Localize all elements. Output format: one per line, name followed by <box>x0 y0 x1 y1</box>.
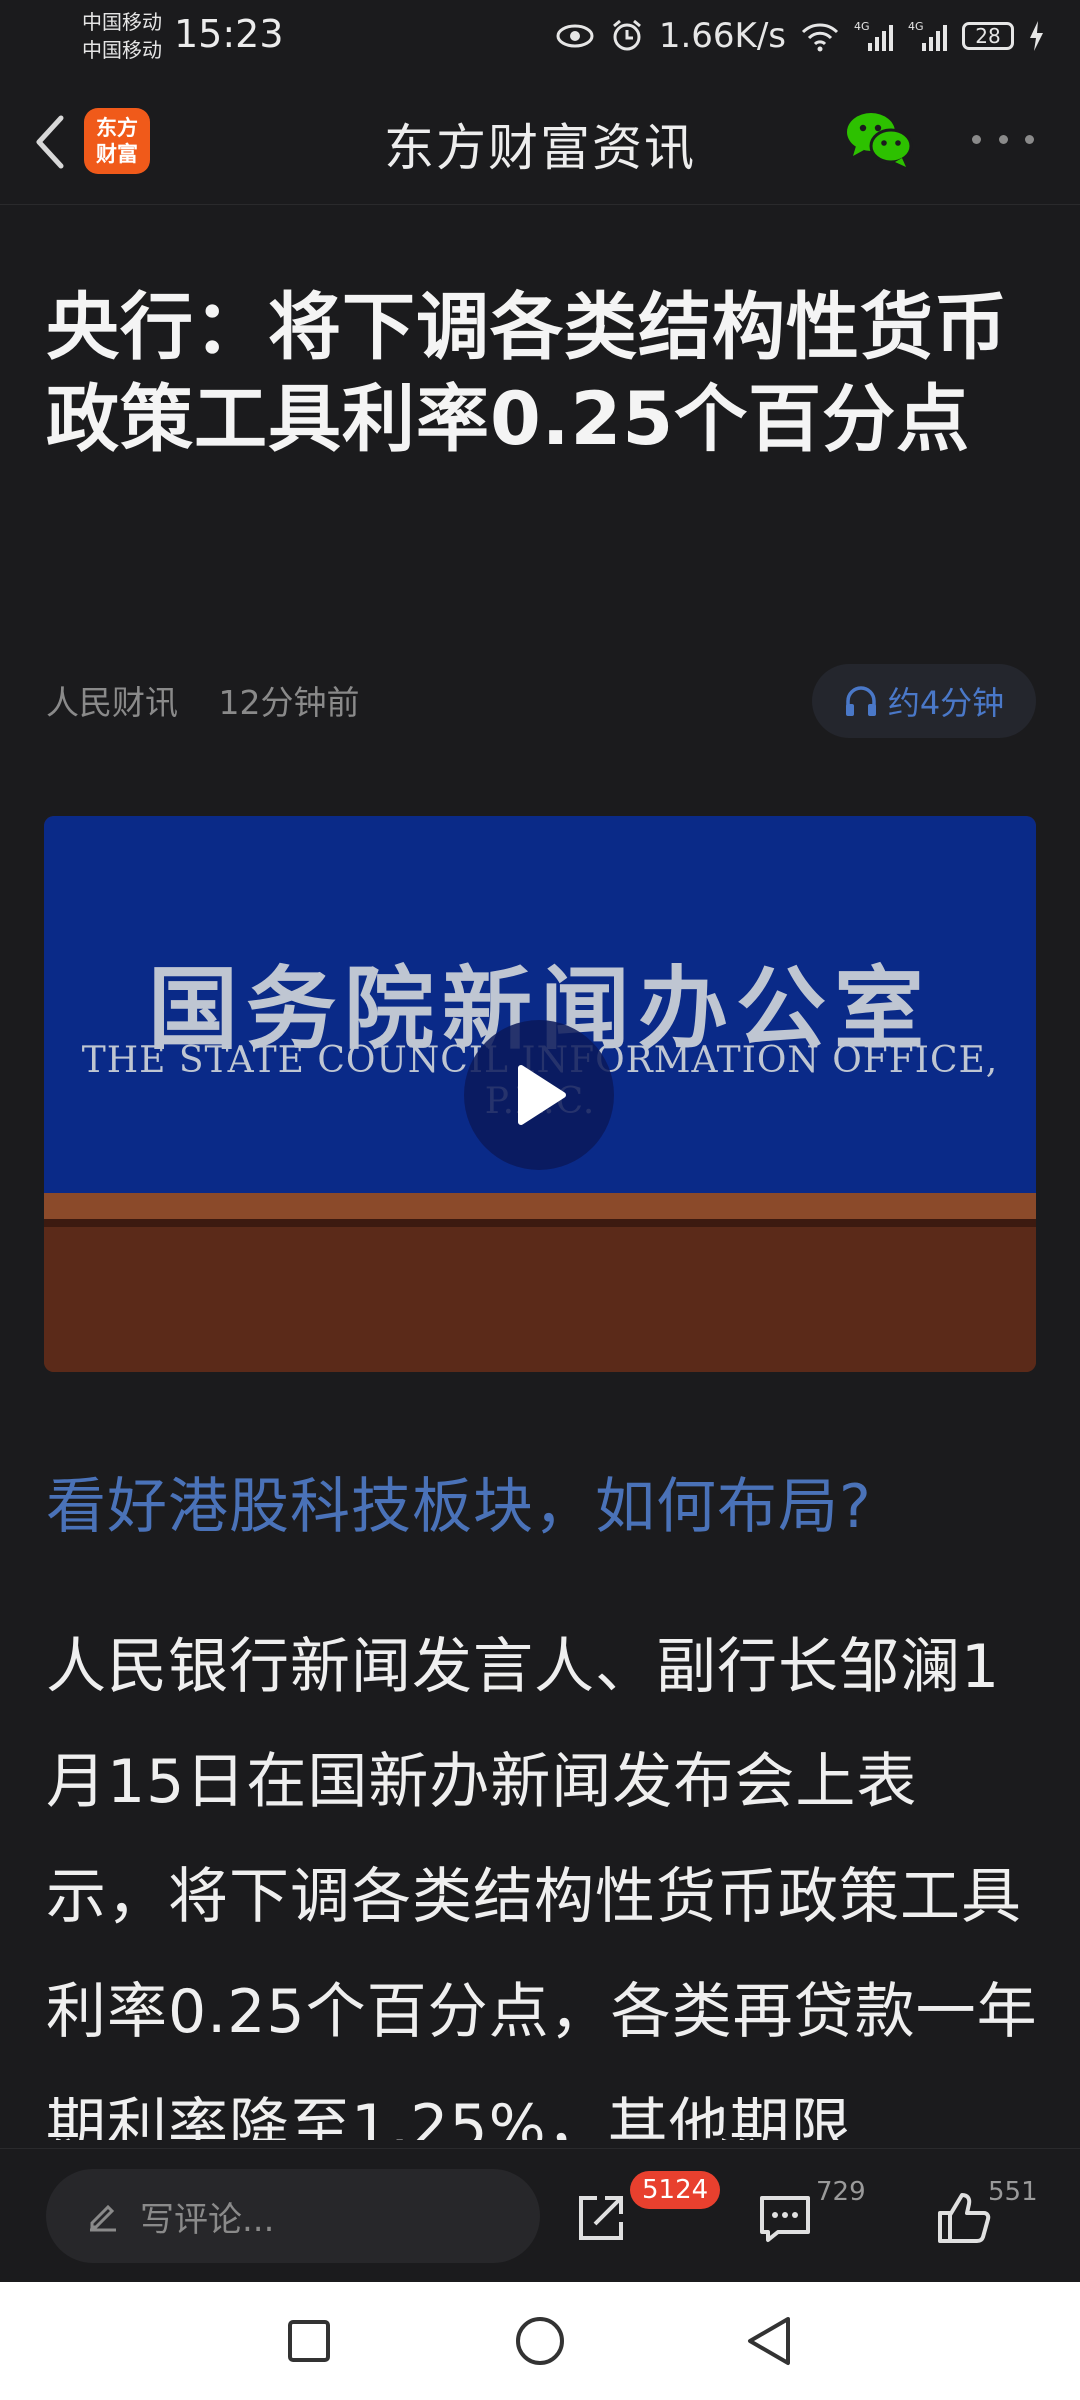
comments-button[interactable] <box>750 2183 820 2253</box>
carrier-2: 中国移动 <box>82 38 162 62</box>
eye-icon <box>556 24 594 48</box>
wifi-icon <box>801 23 839 52</box>
battery-icon: 28 <box>962 22 1014 50</box>
more-dot-icon <box>998 134 1008 144</box>
promo-link[interactable]: 看好港股科技板块，如何布局? <box>46 1458 872 1545</box>
svg-text:4G: 4G <box>854 20 870 33</box>
carrier-1: 中国移动 <box>82 10 162 34</box>
signal-4g-icon: 4G <box>908 20 947 51</box>
article-time: 12分钟前 <box>218 683 360 722</box>
recent-apps-button[interactable] <box>280 2312 338 2370</box>
more-dot-icon <box>1025 134 1034 144</box>
like-count: 551 <box>988 2177 1038 2207</box>
clock: 15:23 <box>174 12 284 56</box>
triangle-back-icon <box>748 2317 790 2365</box>
article-body: 人民银行新闻发言人、副行长邹澜1月15日在国新办新闻发布会上表示，将下调各类结构… <box>46 1632 1038 2140</box>
wechat-share-button[interactable] <box>844 108 914 170</box>
status-icons: 1.66K/s 4G 4G 28 <box>555 14 1044 58</box>
top-nav-bar: 东方 财富 东方财富资讯 <box>0 78 1080 205</box>
comment-input[interactable]: 写评论... <box>46 2169 540 2263</box>
podium-edge <box>44 1193 1036 1219</box>
svg-text:4G: 4G <box>908 20 924 33</box>
article-source[interactable]: 人民财讯 <box>46 683 178 722</box>
share-count-badge: 5124 <box>630 2171 721 2209</box>
page-title: 东方财富资讯 <box>384 119 696 177</box>
alarm-icon <box>612 19 641 51</box>
carrier-labels: 中国移动 中国移动 <box>82 8 162 64</box>
more-options-button[interactable] <box>972 116 1034 162</box>
charging-icon <box>1030 21 1043 51</box>
back-nav-button[interactable] <box>740 2312 798 2370</box>
comment-count: 729 <box>816 2177 866 2207</box>
circle-icon <box>516 2317 564 2365</box>
comment-icon <box>760 2196 810 2242</box>
more-dot-icon <box>972 134 981 144</box>
article-headline: 央行：将下调各类结构性货币政策工具利率0.25个百分点 <box>46 285 1008 462</box>
square-icon <box>288 2320 330 2362</box>
video-player[interactable]: 国务院新闻办公室 THE STATE COUNCIL INFORMATION O… <box>44 816 1036 1372</box>
podium-shadow <box>44 1219 1036 1227</box>
status-bar: 中国移动 中国移动 15:23 1.66K/s 4G 4G 28 <box>0 0 1080 78</box>
listen-duration: 约4分钟 <box>887 684 1005 722</box>
podium <box>44 1227 1036 1372</box>
share-button[interactable] <box>566 2183 636 2253</box>
bottom-action-bar: 写评论... 5124 729 551 <box>0 2148 1080 2283</box>
play-icon <box>518 1065 566 1125</box>
comment-placeholder: 写评论... <box>140 2199 275 2240</box>
headphones-icon <box>845 686 876 716</box>
thumbs-up-icon <box>938 2193 991 2243</box>
play-button[interactable] <box>464 1020 614 1170</box>
system-navigation-bar <box>0 2282 1080 2400</box>
net-speed: 1.66K/s <box>658 16 786 56</box>
share-icon <box>579 2196 623 2240</box>
wechat-icon <box>847 113 913 167</box>
listen-audio-button[interactable]: 约4分钟 <box>812 664 1036 738</box>
home-button[interactable] <box>511 2312 569 2370</box>
signal-4g-icon: 4G <box>854 20 893 51</box>
article-meta: 人民财讯 12分钟前 <box>46 676 360 724</box>
pencil-icon <box>90 2204 116 2232</box>
